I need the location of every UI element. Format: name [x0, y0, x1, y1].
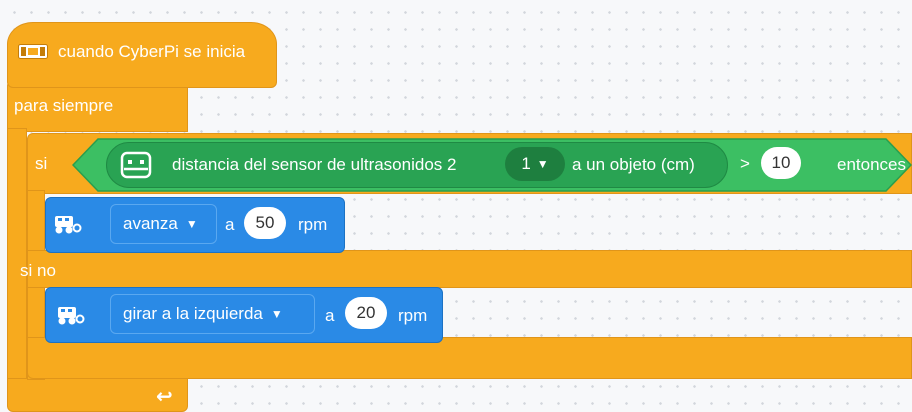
else-label: si no [20, 261, 56, 280]
forever-block-arm [7, 128, 27, 390]
rover-icon [55, 216, 82, 234]
loop-arrow-icon: ↩ [156, 386, 173, 408]
move-direction-dropdown[interactable]: avanza ▼ [110, 204, 217, 244]
greater-than-operator: > [740, 154, 750, 173]
turn-connector-label: a [325, 306, 335, 325]
distance-unit-label: a un objeto (cm) [572, 155, 695, 174]
sensor-label: distancia del sensor de ultrasonidos 2 [172, 155, 457, 174]
move-speed-input[interactable]: 50 [244, 207, 286, 239]
cyberpi-icon [18, 44, 48, 59]
ultrasonic-sensor-icon [120, 151, 152, 179]
threshold-input[interactable]: 10 [761, 147, 801, 179]
move-connector-label: a [225, 215, 235, 234]
turn-speed-input[interactable]: 20 [345, 297, 387, 329]
rover-icon [58, 307, 85, 325]
move-direction-value: avanza [123, 214, 178, 233]
turn-unit-label: rpm [398, 306, 428, 325]
if-label: si [35, 154, 48, 173]
chevron-down-icon: ▼ [185, 217, 198, 231]
forever-label: para siempre [14, 96, 114, 115]
if-else-block-bottom[interactable] [27, 337, 912, 379]
port-value: 1 [521, 154, 531, 173]
port-dropdown[interactable]: 1 ▼ [505, 147, 565, 181]
turn-direction-value: girar a la izquierda [123, 304, 263, 323]
if-else-block-else-bar[interactable] [27, 250, 912, 288]
move-unit-label: rpm [298, 215, 328, 234]
chevron-down-icon: ▼ [536, 157, 549, 171]
chevron-down-icon: ▼ [270, 307, 283, 321]
then-label: entonces [837, 155, 906, 174]
turn-direction-dropdown[interactable]: girar a la izquierda ▼ [110, 294, 315, 334]
hat-block-label: cuando CyberPi se inicia [58, 42, 246, 61]
